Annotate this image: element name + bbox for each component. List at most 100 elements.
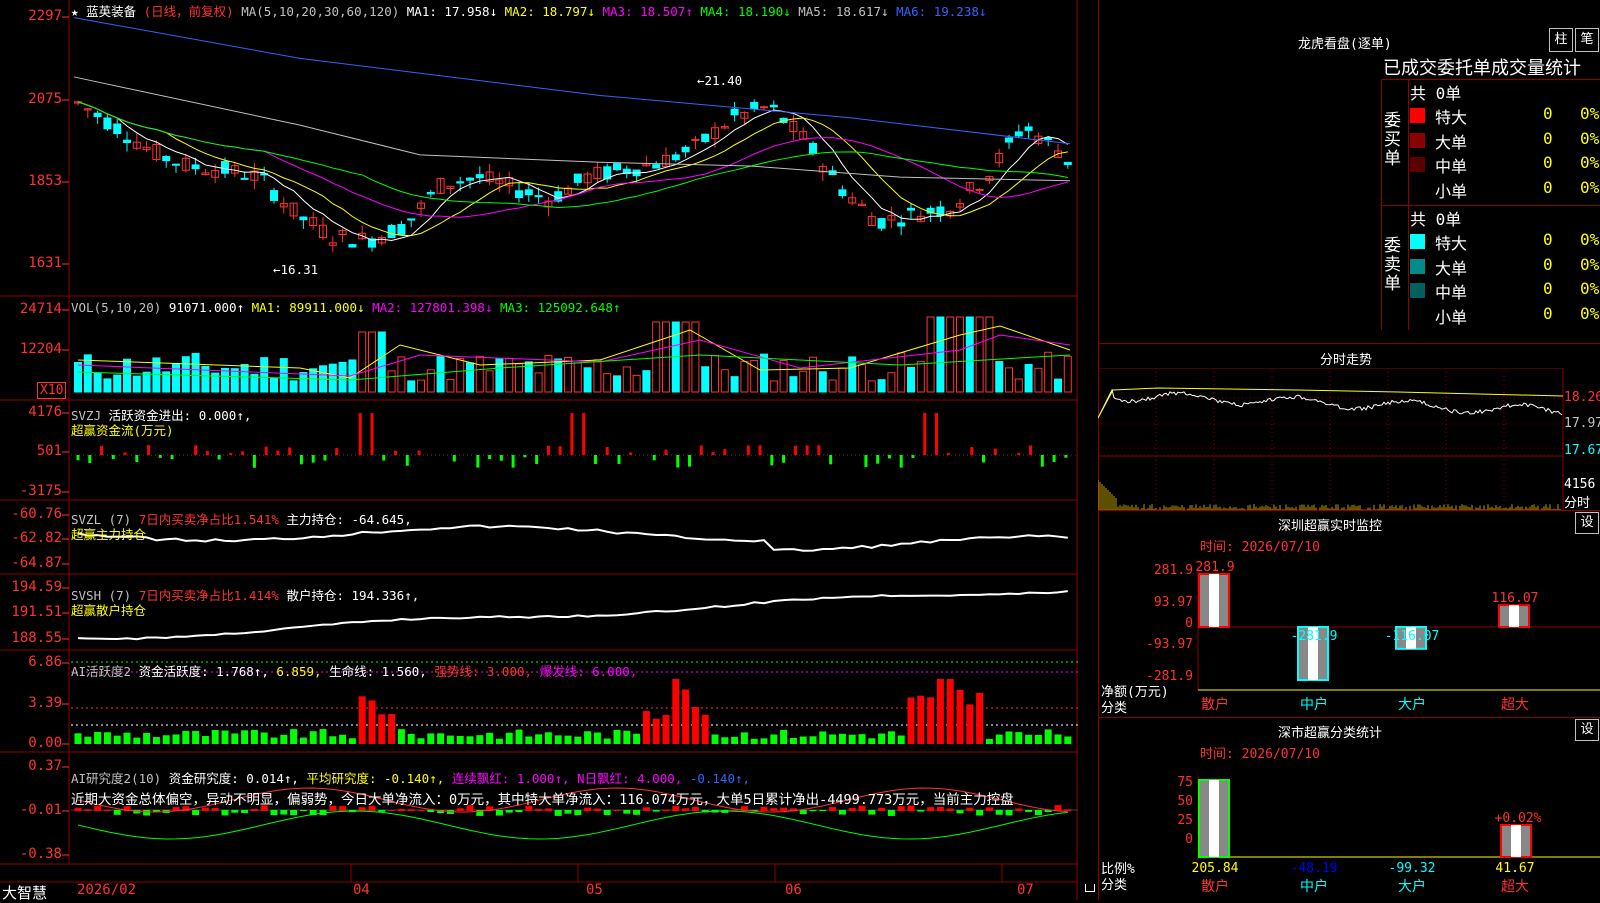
sell-total: 共 0单 [1410, 210, 1462, 229]
ai2-y-tick: 3.39 [28, 695, 62, 711]
flow-bar [758, 445, 762, 455]
ma3-name: MA3: [602, 4, 633, 19]
active-bar [437, 733, 445, 744]
candle-down [809, 142, 817, 155]
research-bar [241, 810, 249, 814]
vol-bar-up [397, 356, 406, 393]
ai-research-header: AI研究度2(10) 资金研究度: 0.014↑, 平均研究度: -0.140↑… [71, 768, 750, 787]
intraday-chart[interactable] [1098, 368, 1600, 510]
vol-bar-up [475, 355, 484, 393]
candle-down [123, 139, 131, 144]
flow-bar [288, 447, 292, 455]
kline-chart-area[interactable] [0, 0, 1078, 900]
candle-down [534, 195, 543, 198]
active-bar [682, 689, 690, 744]
vol-bar-down [279, 358, 288, 393]
research-bar [103, 809, 111, 811]
candle-down [1063, 161, 1072, 166]
ma-line-4 [77, 101, 1068, 208]
air-lianxu: 连续飘红: 1.000↑, [451, 771, 570, 786]
candle-down [573, 173, 582, 183]
active-bar [701, 714, 709, 744]
air-desc: 资金研究度: 0.014↑, [168, 771, 299, 786]
active-bar [642, 711, 650, 744]
flow-bar [1040, 455, 1044, 467]
flow-bar [817, 445, 821, 455]
flow-bar [911, 455, 915, 458]
active-bar [603, 738, 611, 744]
bar-mode-button[interactable]: 柱 [1549, 28, 1573, 52]
order-pct: 0% [1580, 104, 1600, 123]
active-bar [250, 729, 258, 744]
active-bar [417, 738, 425, 744]
ai2-y-tick: 6.86 [28, 654, 62, 670]
active-bar [476, 735, 484, 744]
flow-bar [688, 455, 692, 467]
vol-bar-up [887, 372, 896, 393]
active-bar [378, 714, 386, 744]
stock-name[interactable]: 蓝英装备 [86, 4, 136, 19]
flow-bar [558, 446, 562, 455]
sz-class-settings-button[interactable]: 设 [1575, 719, 1599, 741]
active-bar [652, 718, 660, 744]
air-label[interactable]: AI研究度2(10) [71, 771, 161, 786]
vol-bar-up [485, 370, 494, 393]
active-bar [427, 733, 435, 744]
flow-bar [452, 455, 456, 462]
monitor-value: 116.07 [1492, 591, 1539, 606]
active-bar [946, 679, 954, 744]
lock-icon[interactable] [1085, 884, 1095, 892]
active-bar [113, 735, 121, 744]
flow-bar [876, 455, 880, 464]
vol-bar-down [221, 367, 229, 393]
fenshi-title: 分时走势 [1320, 353, 1373, 368]
ma1-value: 17.958↓ [444, 4, 498, 19]
vol-bar-down [818, 371, 827, 393]
active-bar [348, 738, 356, 744]
flow-bar [76, 455, 80, 461]
order-pct: 0% [1580, 177, 1600, 197]
vol-bar-down [789, 376, 798, 393]
ma-label[interactable]: MA(5,10,20,30,60,120) [241, 4, 399, 19]
flow-bar [323, 455, 327, 461]
active-bar [388, 714, 396, 744]
order-type: 中单 [1435, 157, 1468, 177]
flow-bar [1052, 455, 1056, 462]
candle-down [387, 224, 396, 239]
ma5-value: 18.617↓ [835, 4, 889, 19]
sz-monitor-settings-button[interactable]: 设 [1575, 512, 1599, 534]
flow-bar [229, 452, 233, 455]
vol-bar-down [642, 370, 651, 393]
active-bar [799, 736, 807, 744]
vol-bar-up [417, 379, 425, 393]
vol-bar-up [573, 362, 582, 393]
flow-bar [593, 455, 597, 465]
period-label[interactable]: (日线，前复权) [144, 4, 234, 19]
vol-label[interactable]: VOL(5,10,20) [71, 300, 161, 315]
active-bar [299, 737, 307, 744]
research-bar [956, 810, 964, 814]
active-bar [319, 729, 327, 744]
flow-bar [417, 450, 421, 455]
flow-bar [582, 413, 586, 455]
active-bar [868, 738, 876, 744]
tick-mode-button[interactable]: 笔 [1575, 28, 1599, 52]
candle-down [671, 154, 680, 161]
order-pct: 0% [1580, 230, 1600, 249]
candle-down [838, 189, 847, 197]
flow-bar [100, 445, 104, 455]
vol-bar-up [799, 370, 808, 393]
svsh-desc-red: 7日内买卖净占比1.414% [138, 588, 279, 603]
flow-bar [617, 455, 621, 465]
ai2-label[interactable]: AI活跃度2 [71, 664, 131, 679]
class-value: -48.19 [1291, 861, 1338, 876]
order-type: 小单 [1435, 307, 1468, 327]
active-bar [544, 732, 552, 744]
vol-bar-down [760, 353, 768, 393]
buy-order-row: 小单 0 0% [1410, 178, 1600, 202]
vol-bar-up [867, 380, 876, 393]
flow-bar [946, 452, 950, 455]
vol-header: VOL(5,10,20) 91071.000↑ MA1: 89911.000↓ … [71, 300, 620, 315]
flow-bar [311, 455, 315, 463]
candle-down [348, 244, 357, 248]
